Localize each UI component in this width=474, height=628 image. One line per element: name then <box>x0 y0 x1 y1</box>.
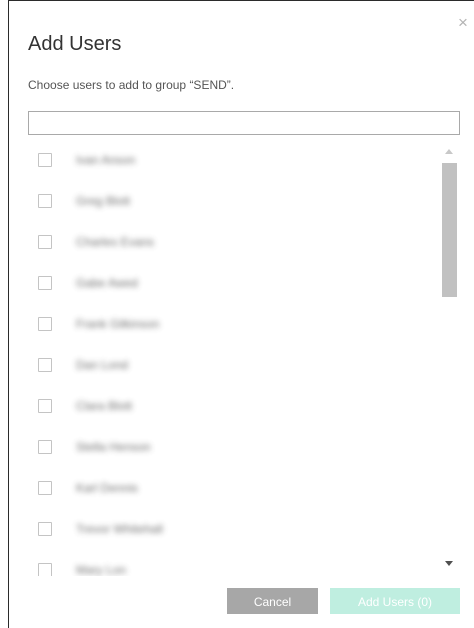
user-list-scrollbar[interactable] <box>440 140 460 576</box>
scroll-down-arrow-icon[interactable] <box>445 561 453 566</box>
user-checkbox[interactable] <box>38 194 52 208</box>
user-search-input[interactable] <box>28 111 460 135</box>
user-checkbox[interactable] <box>38 399 52 413</box>
dialog-top-border <box>8 0 474 1</box>
user-list-item[interactable]: Gabe Awed <box>28 271 438 295</box>
add-users-button[interactable]: Add Users (0) <box>330 588 460 614</box>
user-checkbox[interactable] <box>38 276 52 290</box>
user-name-label: Clara Blott <box>76 399 133 413</box>
scrollbar-thumb[interactable] <box>442 163 457 297</box>
user-list-item[interactable]: Karl Dennis <box>28 476 438 500</box>
user-list-item[interactable]: Clara Blott <box>28 394 438 418</box>
user-checkbox[interactable] <box>38 235 52 249</box>
user-name-label: Mary Lon <box>76 563 127 576</box>
user-list-item[interactable]: Greg Blott <box>28 189 438 213</box>
user-name-label: Stella Henson <box>76 440 151 454</box>
user-checkbox[interactable] <box>38 563 52 576</box>
user-checkbox[interactable] <box>38 317 52 331</box>
user-name-label: Greg Blott <box>76 194 131 208</box>
user-name-label: Karl Dennis <box>76 481 139 495</box>
user-checkbox[interactable] <box>38 522 52 536</box>
user-name-label: Gabe Awed <box>76 276 138 290</box>
close-icon[interactable]: × <box>456 14 470 31</box>
user-list-item[interactable]: Mary Lon <box>28 558 438 576</box>
user-list-item[interactable]: Stella Henson <box>28 435 438 459</box>
user-list-item[interactable]: Dan Lond <box>28 353 438 377</box>
scroll-up-arrow-icon[interactable] <box>445 149 453 154</box>
user-name-label: Dan Lond <box>76 358 129 372</box>
user-name-label: Trevor Whitehall <box>76 522 163 536</box>
user-checkbox[interactable] <box>38 358 52 372</box>
dialog-subtitle: Choose users to add to group “SEND”. <box>28 78 235 92</box>
add-users-dialog: × Add Users Choose users to add to group… <box>0 0 474 628</box>
user-name-label: Ivan Anson <box>76 153 136 167</box>
user-list-item[interactable]: Trevor Whitehall <box>28 517 438 541</box>
user-checkbox[interactable] <box>38 440 52 454</box>
dialog-title: Add Users <box>28 33 122 55</box>
cancel-button[interactable]: Cancel <box>227 588 318 614</box>
user-name-label: Charles Evans <box>76 235 155 249</box>
user-checkbox[interactable] <box>38 481 52 495</box>
user-list-item[interactable]: Charles Evans <box>28 230 438 254</box>
user-list-item[interactable]: Ivan Anson <box>28 148 438 172</box>
user-list: Ivan Anson Greg Blott Charles Evans Gabe Aw… <box>28 140 460 576</box>
user-list-item[interactable]: Frank Gilkinson <box>28 312 438 336</box>
user-name-label: Frank Gilkinson <box>76 317 160 331</box>
user-checkbox[interactable] <box>38 153 52 167</box>
dialog-left-border <box>8 0 9 628</box>
